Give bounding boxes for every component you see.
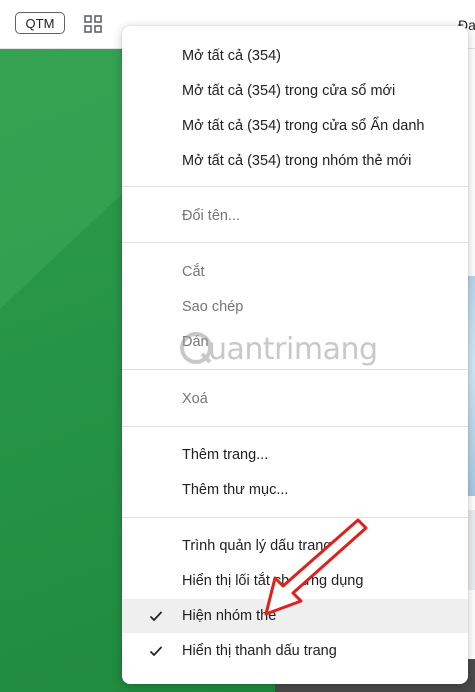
menu-item-paste[interactable]: Dán: [122, 325, 468, 359]
bookmark-folder-qtm[interactable]: QTM: [15, 12, 65, 34]
checkmark-icon: [149, 611, 163, 622]
menu-item-add-page[interactable]: Thêm trang...: [122, 438, 468, 472]
menu-separator: [122, 369, 468, 370]
menu-separator: [122, 242, 468, 243]
menu-item-cut[interactable]: Cắt: [122, 255, 468, 289]
menu-item-open-all-new-tab-group[interactable]: Mở tất cả (354) trong nhóm thẻ mới: [122, 144, 468, 178]
bookmark-context-menu: Mở tất cả (354) Mở tất cả (354) trong cử…: [122, 26, 468, 684]
menu-item-copy[interactable]: Sao chép: [122, 290, 468, 324]
menu-item-open-all-incognito[interactable]: Mở tất cả (354) trong cửa sổ Ẩn danh: [122, 109, 468, 143]
menu-separator: [122, 517, 468, 518]
menu-item-open-all-new-window[interactable]: Mở tất cả (354) trong cửa sổ mới: [122, 74, 468, 108]
menu-item-show-bookmarks-bar[interactable]: Hiển thị thanh dấu trang: [122, 634, 468, 668]
menu-item-show-tab-groups[interactable]: Hiện nhóm thẻ: [122, 599, 468, 633]
menu-item-add-folder[interactable]: Thêm thư mục...: [122, 473, 468, 507]
checkmark-icon: [149, 646, 163, 657]
grid-icon[interactable]: [84, 15, 102, 33]
menu-item-show-app-shortcuts[interactable]: Hiển thị lối tắt cho ứng dụng: [122, 564, 468, 598]
menu-item-bookmark-manager[interactable]: Trình quản lý dấu trang: [122, 529, 468, 563]
menu-item-rename[interactable]: Đổi tên...: [122, 199, 468, 233]
menu-item-open-all[interactable]: Mở tất cả (354): [122, 39, 468, 73]
menu-separator: [122, 426, 468, 427]
menu-separator: [122, 186, 468, 187]
menu-item-delete[interactable]: Xoá: [122, 382, 468, 416]
